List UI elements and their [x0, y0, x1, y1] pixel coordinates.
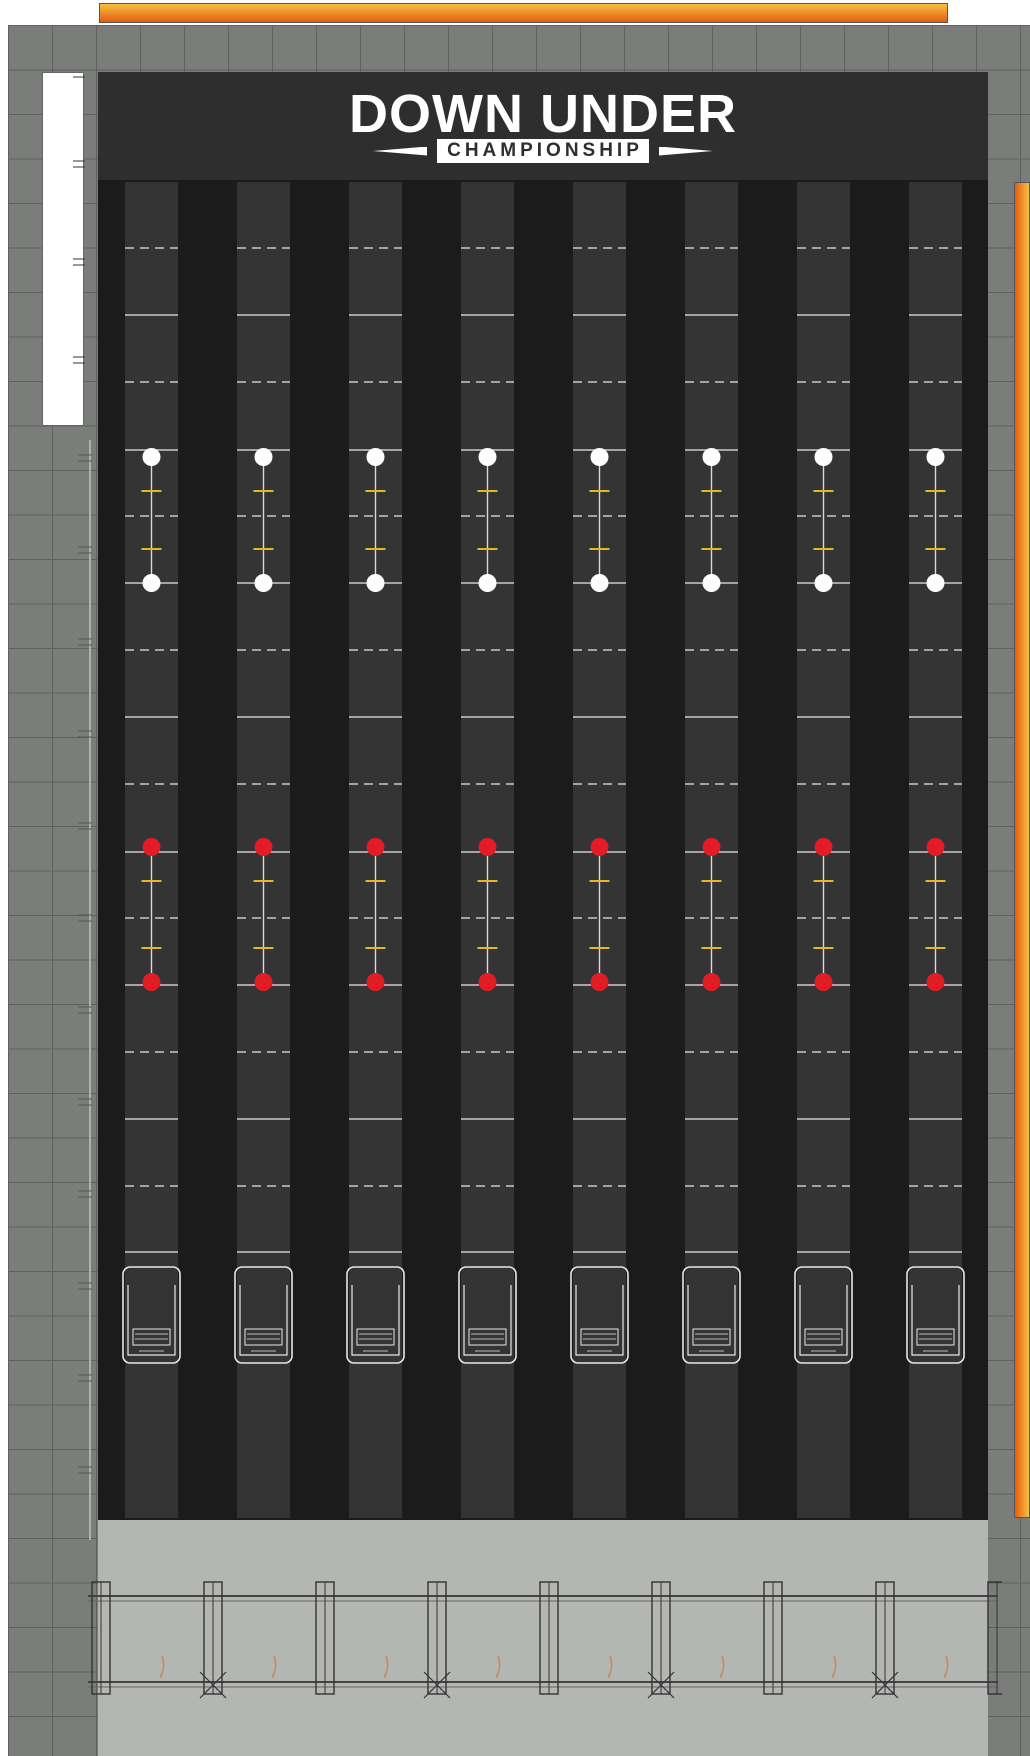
rope — [495, 1655, 501, 1679]
white-target-dot — [590, 574, 609, 592]
red-target-dot — [366, 838, 385, 856]
lane-4 — [458, 182, 517, 1518]
white-target-dot — [142, 448, 161, 466]
red-target-dot — [590, 838, 609, 856]
spectator-floor — [88, 1520, 1002, 1756]
rope — [719, 1655, 725, 1679]
lane-8 — [906, 182, 965, 1518]
white-target-dot — [814, 574, 833, 592]
white-target-dot — [926, 448, 945, 466]
barrier-post — [91, 1581, 165, 1695]
white-target-dot — [702, 448, 721, 466]
right-banner — [1014, 182, 1030, 1518]
lane-7 — [794, 182, 853, 1518]
white-target-dot — [254, 574, 273, 592]
red-target-dot — [478, 973, 497, 991]
lane-2 — [234, 182, 293, 1518]
barrier-post — [315, 1581, 389, 1695]
white-target-dot — [366, 574, 385, 592]
white-target-dot — [926, 574, 945, 592]
logo-wing-left — [373, 146, 428, 156]
lane-3 — [346, 182, 405, 1518]
barrier-post — [647, 1581, 725, 1699]
rope — [943, 1655, 949, 1679]
red-target-dot — [478, 838, 497, 856]
top-banner — [99, 3, 948, 23]
score-ticks — [73, 76, 85, 364]
white-target-dot — [478, 574, 497, 592]
logo-subtitle: CHAMPIONSHIP — [437, 139, 649, 163]
rope — [831, 1655, 837, 1679]
championship-header: DOWN UNDER CHAMPIONSHIP — [98, 72, 988, 180]
logo-title: DOWN UNDER — [349, 84, 737, 144]
lane-6 — [682, 182, 741, 1518]
barrier-post — [987, 1581, 1002, 1695]
logo-subtitle-row: CHAMPIONSHIP — [98, 138, 988, 164]
red-target-dot — [142, 838, 161, 856]
white-target-dot — [814, 448, 833, 466]
lane-1 — [122, 182, 181, 1518]
edge-ticks — [78, 440, 92, 1540]
white-target-dot — [366, 448, 385, 466]
white-target-dot — [142, 574, 161, 592]
white-target-dot — [590, 448, 609, 466]
red-target-dot — [702, 838, 721, 856]
throwing-arena — [98, 180, 988, 1520]
red-target-dot — [590, 973, 609, 991]
red-target-dot — [254, 838, 273, 856]
red-target-dot — [926, 973, 945, 991]
barrier-post — [871, 1581, 949, 1699]
white-target-dot — [478, 448, 497, 466]
white-target-dot — [702, 574, 721, 592]
barrier-post — [539, 1581, 613, 1695]
red-target-dot — [926, 838, 945, 856]
score-board — [42, 72, 85, 426]
rope — [159, 1655, 165, 1679]
white-target-dot — [254, 448, 273, 466]
barrier-post — [423, 1581, 501, 1699]
red-target-dot — [814, 973, 833, 991]
logo-wing-right — [658, 146, 713, 156]
red-target-dot — [254, 973, 273, 991]
barrier-post — [763, 1581, 837, 1695]
rope — [383, 1655, 389, 1679]
red-target-dot — [366, 973, 385, 991]
red-target-dot — [702, 973, 721, 991]
lane-5 — [570, 182, 629, 1518]
rope — [271, 1655, 277, 1679]
red-target-dot — [814, 838, 833, 856]
rope — [607, 1655, 613, 1679]
red-target-dot — [142, 973, 161, 991]
barrier-post — [199, 1581, 277, 1699]
